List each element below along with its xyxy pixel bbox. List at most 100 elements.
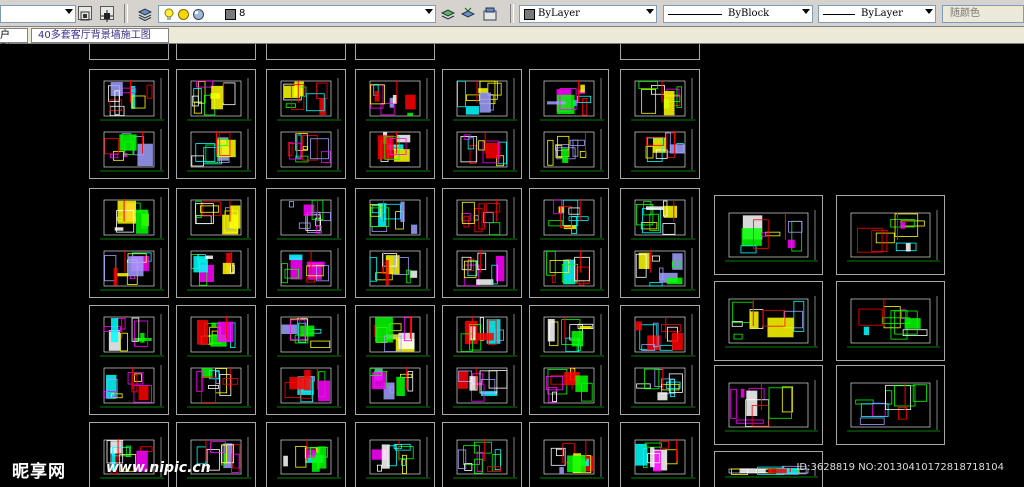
drawing-sheet (442, 422, 522, 487)
elevation-drawing (100, 437, 164, 479)
elevation-drawing (187, 197, 251, 291)
drawing-sheet-top (266, 44, 346, 60)
drawing-sheet (620, 305, 700, 415)
properties-toolbar: 8 ByLayer ByBlock ByLayer 随颜色 (0, 0, 1024, 27)
tab-active-drawing[interactable]: 40多套客厅背景墙施工图 (31, 28, 169, 43)
watermark-logo: 昵享网 (12, 462, 66, 482)
elevation-drawing (453, 78, 517, 172)
named-views-icon[interactable] (78, 6, 92, 21)
drawing-sheet (529, 305, 609, 415)
drawing-sheet (714, 281, 823, 361)
toolbar-separator (124, 4, 128, 23)
drawing-sheet (89, 69, 169, 179)
watermark-id: ID:3628819 NO:20130410172818718104 (796, 462, 1004, 473)
elevation-drawing (100, 197, 164, 291)
drawing-sheet-top (355, 44, 435, 60)
tab-partial[interactable]: 户型 (0, 28, 28, 55)
elevation-drawing (725, 380, 818, 432)
layer-previous-icon[interactable] (460, 6, 476, 20)
elevation-drawing (540, 437, 604, 479)
chevron-down-icon (925, 9, 933, 14)
elevation-drawing (631, 437, 695, 479)
properties-icon[interactable] (100, 6, 114, 22)
named-view-dropdown[interactable] (0, 5, 76, 23)
drawing-sheet (355, 69, 435, 179)
elevation-drawing (725, 210, 818, 262)
drawing-sheet (176, 69, 256, 179)
drawing-sheet-top (176, 44, 256, 60)
elevation-drawing (366, 314, 430, 408)
elevation-drawing (631, 314, 695, 408)
elevation-drawing (540, 78, 604, 172)
drawing-sheet (176, 305, 256, 415)
layer-states-icon[interactable] (483, 6, 497, 21)
drawing-tabs: 户型 40多套客厅背景墙施工图 (0, 27, 1024, 55)
chevron-down-icon (425, 9, 433, 14)
drawing-sheet (266, 188, 346, 298)
layer-manager-icon[interactable] (137, 6, 153, 22)
lineweight-sample-icon (823, 14, 855, 15)
elevation-drawing (453, 437, 517, 479)
elevation-drawing (540, 197, 604, 291)
layer-on-icon[interactable] (163, 8, 175, 27)
drawing-sheet (176, 422, 256, 487)
drawing-sheet (89, 188, 169, 298)
layer-name: 8 (239, 8, 246, 19)
drawing-sheet (266, 305, 346, 415)
drawing-sheet (620, 69, 700, 179)
color-control-value: ByLayer (538, 8, 580, 19)
drawing-sheet (355, 305, 435, 415)
elevation-drawing (453, 314, 517, 408)
layer-dropdown[interactable]: 8 (158, 5, 436, 23)
linetype-sample-icon (668, 14, 722, 15)
elevation-drawing (277, 197, 341, 291)
elevation-drawing (277, 437, 341, 479)
drawing-sheet (836, 195, 945, 275)
chevron-down-icon (646, 9, 654, 14)
elevation-drawing (100, 314, 164, 408)
elevation-drawing (540, 314, 604, 408)
elevation-drawing (277, 314, 341, 408)
drawing-sheet (714, 195, 823, 275)
drawing-sheet (836, 281, 945, 361)
elevation-drawing (366, 78, 430, 172)
elevation-drawing (187, 437, 251, 479)
make-current-icon[interactable] (440, 6, 456, 20)
chevron-down-icon (65, 9, 73, 14)
drawing-sheet-top (620, 44, 700, 60)
tab-label: 40多套客厅背景墙施工图 (38, 30, 151, 41)
elevation-drawing (187, 78, 251, 172)
elevation-drawing (847, 210, 940, 262)
drawing-sheet (529, 69, 609, 179)
drawing-sheet (529, 188, 609, 298)
elevation-drawing (631, 78, 695, 172)
drawing-sheet (89, 305, 169, 415)
chevron-down-icon (802, 9, 810, 14)
drawing-sheet-top (89, 44, 169, 60)
drawing-sheet (836, 365, 945, 445)
elevation-drawing (366, 437, 430, 479)
layer-color-icon (225, 9, 236, 20)
elevation-drawing (277, 78, 341, 172)
color-control-dropdown[interactable]: ByLayer (519, 5, 657, 23)
layer-freeze-icon[interactable] (177, 8, 190, 27)
elevation-drawing (100, 78, 164, 172)
layer-lock-icon[interactable] (192, 8, 205, 27)
lineweight-control-dropdown[interactable]: ByLayer (818, 5, 936, 23)
elevation-drawing (187, 314, 251, 408)
drawing-sheet (442, 69, 522, 179)
plotstyle-control-dropdown[interactable]: 随颜色 (942, 5, 1024, 23)
drawing-canvas[interactable] (0, 44, 1024, 487)
elevation-drawing (366, 197, 430, 291)
elevation-drawing (631, 197, 695, 291)
drawing-sheet (620, 188, 700, 298)
drawing-sheet (442, 305, 522, 415)
drawing-sheet (442, 188, 522, 298)
drawing-sheet (714, 365, 823, 445)
plotstyle-control-value: 随颜色 (950, 8, 980, 19)
toolbar-separator (510, 4, 514, 23)
elevation-drawing (725, 296, 818, 348)
drawing-sheet (176, 188, 256, 298)
elevation-drawing (453, 197, 517, 291)
linetype-control-dropdown[interactable]: ByBlock (663, 5, 813, 23)
